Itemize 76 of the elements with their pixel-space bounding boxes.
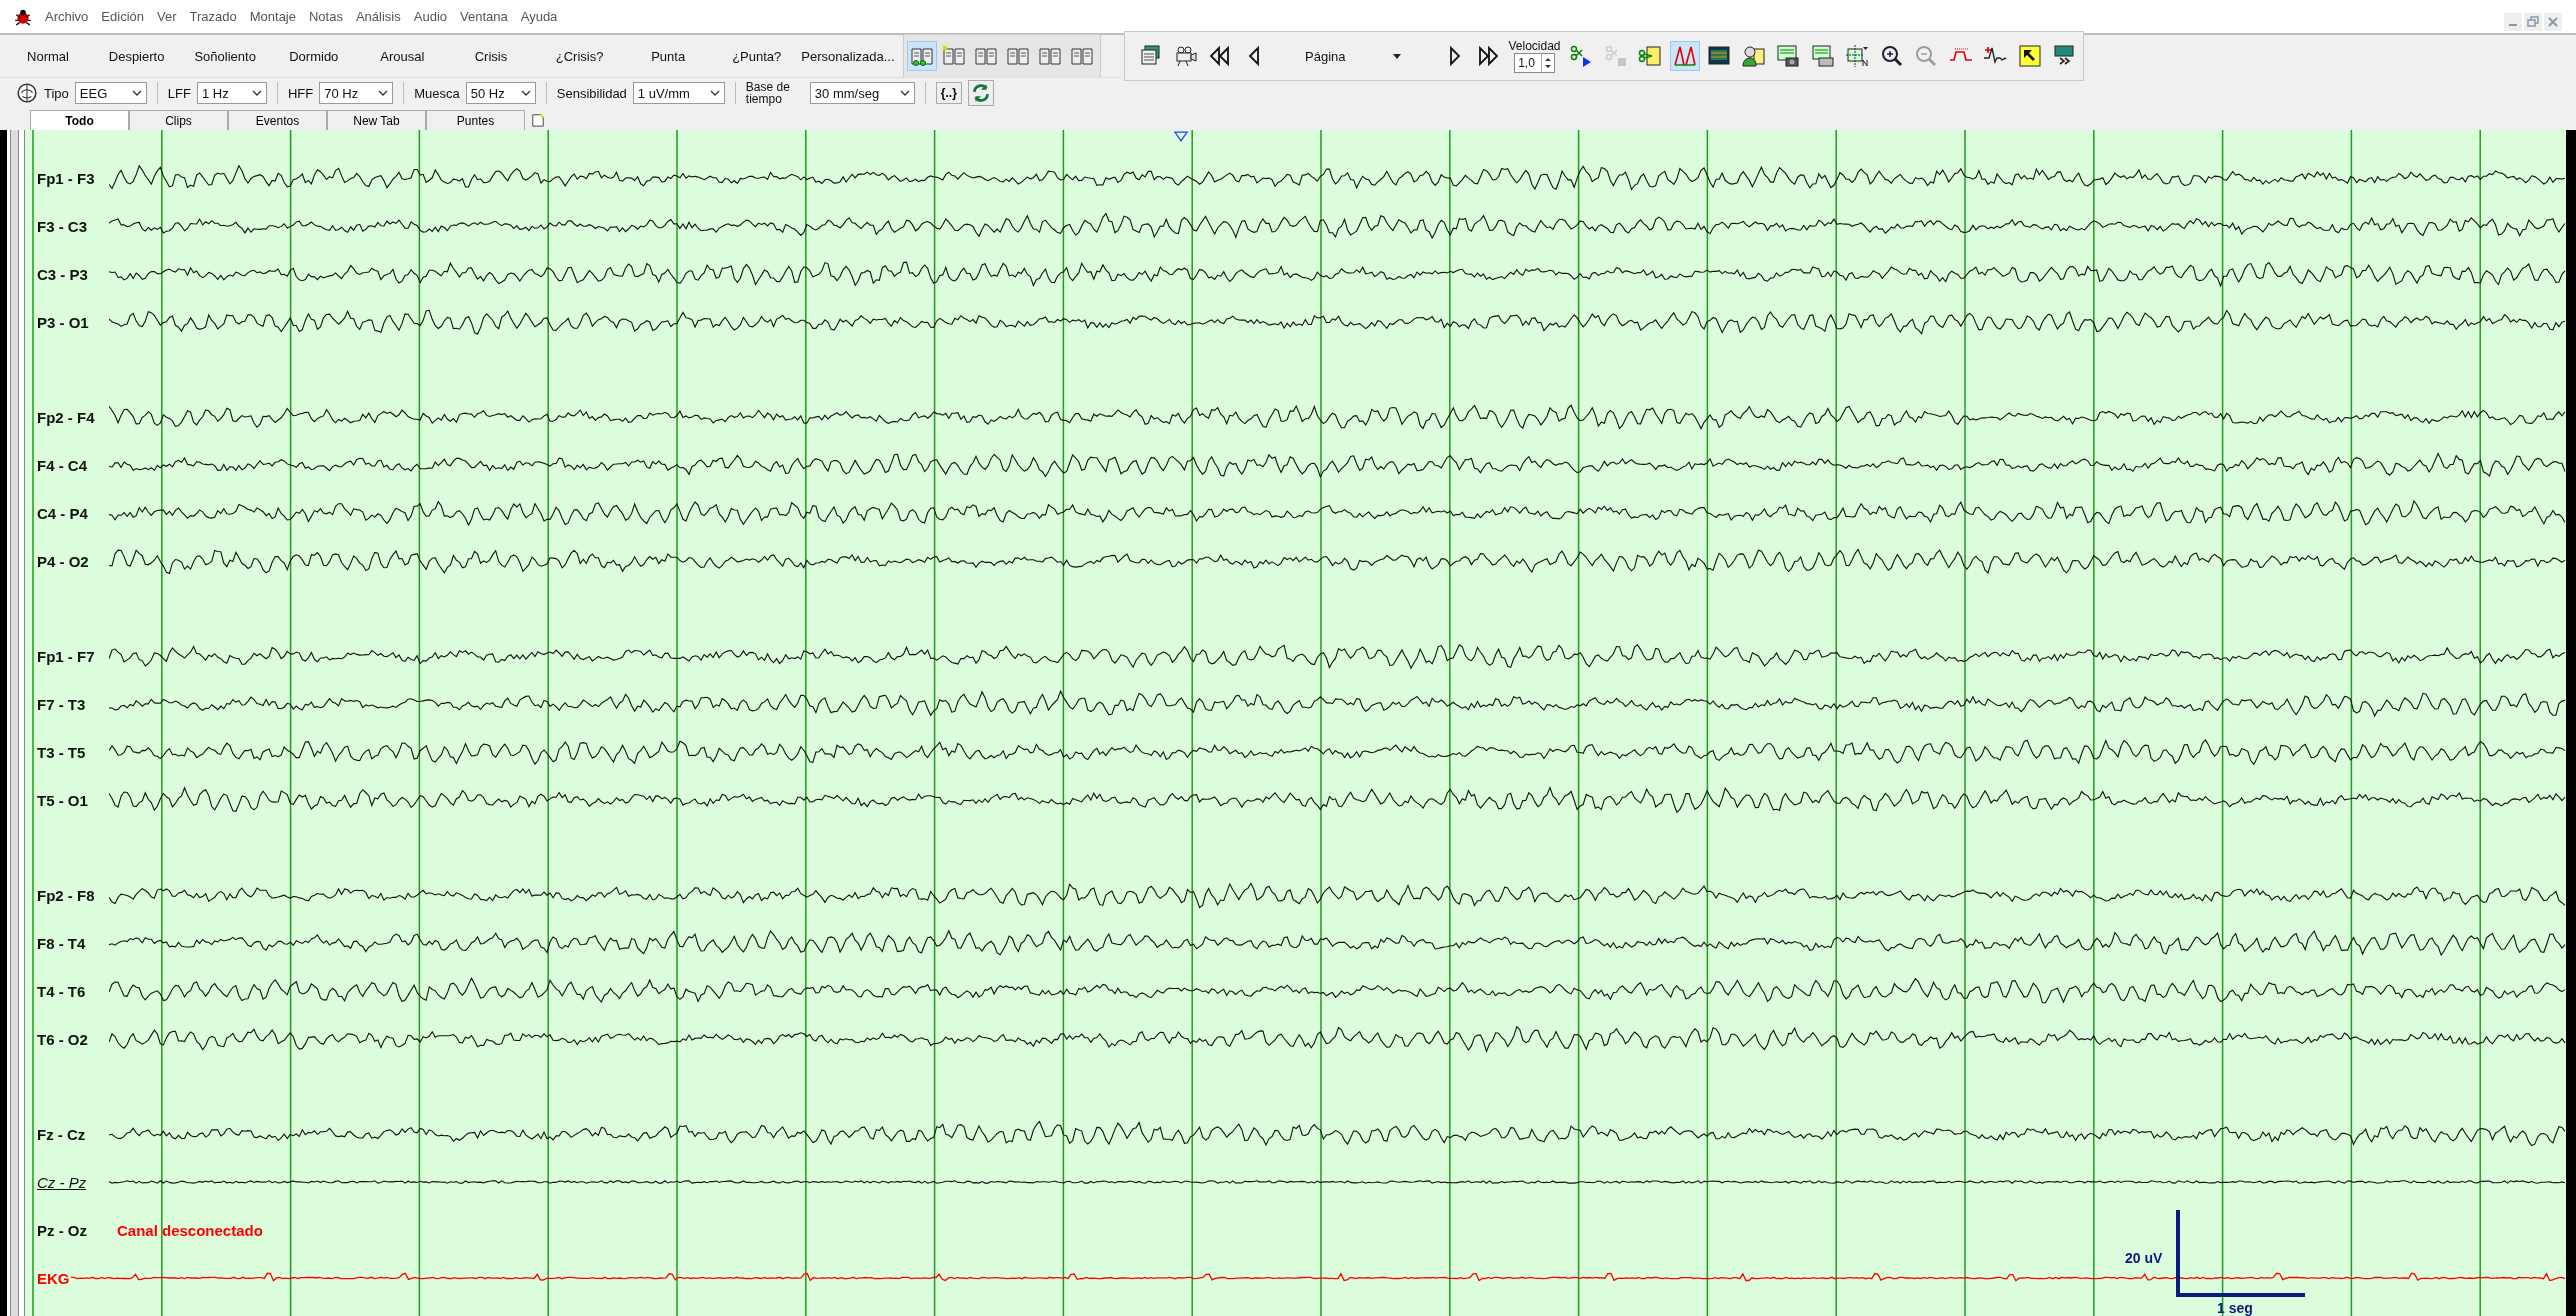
- channel-label[interactable]: Pz - Oz: [37, 1221, 105, 1239]
- menu-item[interactable]: Edición: [96, 9, 152, 24]
- label-button[interactable]: Dormido: [269, 40, 358, 72]
- filter-select[interactable]: EEG: [74, 82, 147, 104]
- caret-icon[interactable]: [251, 90, 262, 96]
- filter-label: Base de tiempo: [745, 81, 791, 105]
- label-button[interactable]: ¿Crisis?: [535, 40, 624, 72]
- tab[interactable]: Clips: [129, 110, 228, 130]
- filter-label: LFF: [167, 85, 191, 101]
- filter-label: Tipo: [44, 85, 69, 101]
- menu-item[interactable]: Ver: [152, 9, 185, 24]
- page-marker-icon[interactable]: [1174, 131, 1188, 142]
- filter-label: HFF: [287, 85, 314, 101]
- channel-label[interactable]: P4 - O2: [37, 552, 105, 570]
- menu-item[interactable]: Ventana: [455, 9, 516, 24]
- caret-icon[interactable]: [131, 90, 142, 96]
- channel-label[interactable]: T3 - T5: [37, 743, 105, 761]
- menu-item[interactable]: Montaje: [244, 9, 304, 24]
- channel-label[interactable]: F4 - C4: [37, 456, 105, 474]
- label-button[interactable]: Soñoliento: [181, 40, 270, 72]
- new-tab-icon[interactable]: [531, 112, 545, 128]
- channel-label[interactable]: Fp2 - F8: [37, 886, 105, 904]
- caret-icon[interactable]: [1393, 53, 1402, 59]
- book-icon[interactable]: [907, 42, 936, 70]
- channel-status: Canal desconectado: [117, 1221, 263, 1239]
- channel-label[interactable]: Fz - Cz: [37, 1125, 105, 1143]
- menu-item[interactable]: Notas: [304, 9, 351, 24]
- channel-label[interactable]: Fp1 - F3: [37, 169, 105, 187]
- channel-label[interactable]: T4 - T6: [37, 982, 105, 1000]
- filter-label: Muesca: [414, 85, 460, 101]
- menu-item[interactable]: Trazado: [184, 9, 245, 24]
- menu-item[interactable]: Audio: [408, 9, 455, 24]
- label-button[interactable]: Despierto: [92, 40, 181, 72]
- channel-label[interactable]: F3 - C3: [37, 217, 105, 235]
- tab[interactable]: New Tab: [327, 110, 426, 130]
- peaks-icon[interactable]: [1670, 42, 1699, 70]
- filter-label: Sensibilidad: [556, 85, 627, 101]
- menu-item[interactable]: Archivo: [40, 9, 97, 24]
- channel-label[interactable]: F8 - T4: [37, 934, 105, 952]
- channel-label[interactable]: C3 - P3: [37, 265, 105, 283]
- label-button[interactable]: Normal: [4, 40, 92, 72]
- channel-label[interactable]: T5 - O1: [37, 791, 105, 809]
- channel-label[interactable]: P3 - O1: [37, 313, 105, 331]
- label-button[interactable]: Arousal: [358, 40, 447, 72]
- menu-item[interactable]: Ayuda: [515, 9, 566, 24]
- filter-select[interactable]: 50 Hz: [465, 82, 536, 104]
- channel-label[interactable]: F7 - T3: [37, 695, 105, 713]
- speed-spinner[interactable]: 1,0: [1514, 53, 1555, 73]
- tab[interactable]: Puntes: [426, 110, 525, 130]
- caret-icon[interactable]: [520, 90, 531, 96]
- filter-select[interactable]: 70 Hz: [319, 82, 394, 104]
- filter-select[interactable]: 30 mm/seg: [809, 82, 915, 104]
- caret-icon[interactable]: [378, 90, 389, 96]
- menu-item[interactable]: Análisis: [350, 9, 409, 24]
- channel-label[interactable]: Fp1 - F7: [37, 647, 105, 665]
- channel-label[interactable]: EKG: [37, 1269, 67, 1287]
- channel-label[interactable]: Cz - Pz: [37, 1173, 105, 1191]
- label-button[interactable]: ¿Punta?: [712, 40, 801, 72]
- channel-label[interactable]: T6 - O2: [37, 1030, 105, 1048]
- tab[interactable]: Eventos: [228, 110, 327, 130]
- tab[interactable]: Todo: [30, 110, 129, 130]
- label-button[interactable]: Crisis: [446, 40, 535, 72]
- scrollbar[interactable]: [0, 130, 25, 1316]
- speed-label: Velocidad: [1508, 39, 1561, 53]
- filter-select[interactable]: 1 uV/mm: [632, 82, 725, 104]
- label-button[interactable]: Punta: [624, 40, 713, 72]
- caret-icon[interactable]: [709, 90, 720, 96]
- channel-label[interactable]: C4 - P4: [37, 504, 105, 522]
- filter-select[interactable]: 1 Hz: [196, 82, 267, 104]
- bug-icon[interactable]: [14, 7, 32, 26]
- caret-icon[interactable]: [899, 90, 910, 96]
- refresh-icon[interactable]: [967, 80, 994, 106]
- page-mode-select[interactable]: Página: [1275, 48, 1433, 64]
- amplitude-scale-label: 20 uV: [2125, 1250, 2163, 1266]
- channel-label[interactable]: Fp2 - F4: [37, 408, 105, 426]
- marks-button[interactable]: {..}: [935, 82, 962, 104]
